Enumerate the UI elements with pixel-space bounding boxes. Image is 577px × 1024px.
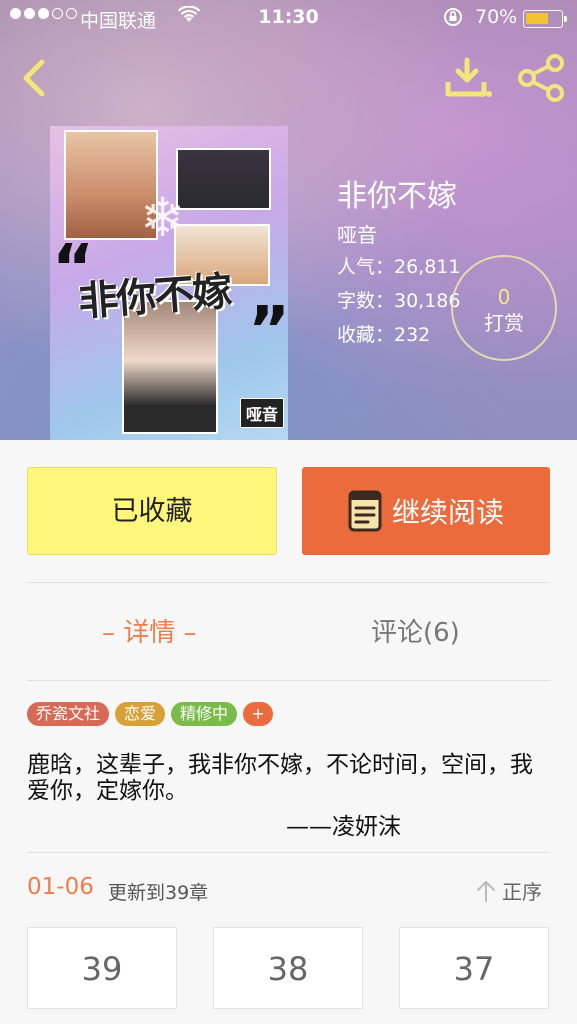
add-tag-button[interactable]: + (243, 702, 274, 726)
continue-reading-button[interactable]: 继续阅读 (302, 467, 550, 555)
chapter-button[interactable]: 39 (27, 927, 177, 1009)
close-quote-mark: ” (248, 294, 288, 368)
share-button[interactable] (515, 52, 567, 104)
description-signature: ——凌妍沫 (286, 814, 401, 840)
book-author: 哑音 (337, 223, 377, 247)
download-button[interactable] (444, 56, 494, 100)
reward-label: 打赏 (484, 311, 524, 335)
chapter-button[interactable]: 37 (399, 927, 549, 1009)
tag-item[interactable]: 恋爱 (115, 702, 166, 726)
cover-title: 非你不嫁 (76, 268, 232, 326)
tab-comments[interactable]: 评论(6) (371, 612, 460, 649)
tab-detail[interactable]: – 详情 – (102, 612, 197, 649)
sort-arrow-icon (477, 880, 495, 902)
divider (27, 680, 550, 681)
battery-icon (523, 10, 567, 28)
book-detail-body: 已收藏 继续阅读 – 详情 – 评论(6) 乔瓷文社 恋爱 精修中 + 鹿晗，这… (0, 440, 577, 1024)
tag-item[interactable]: 精修中 (171, 702, 238, 726)
back-icon (23, 59, 45, 97)
divider (27, 582, 550, 583)
book-title: 非你不嫁 (337, 179, 457, 214)
favorites-stat: 收藏：232 (337, 324, 431, 346)
word-count-stat: 字数：30,186 (337, 290, 461, 312)
update-status: 更新到39章 (108, 882, 209, 904)
status-bar: 中国联通 11:30 70% (0, 0, 577, 38)
reward-button[interactable]: 0 打赏 (451, 255, 557, 361)
orientation-lock-icon (442, 6, 464, 33)
back-button[interactable] (14, 56, 54, 100)
tag-list: 乔瓷文社 恋爱 精修中 + (27, 702, 274, 726)
divider (27, 852, 550, 853)
sort-order-button[interactable]: 正序 (476, 876, 542, 905)
battery-percent: 70% (475, 6, 518, 28)
tag-item[interactable]: 乔瓷文社 (27, 702, 110, 726)
sort-order-label: 正序 (502, 880, 542, 904)
share-icon (518, 54, 564, 102)
chapter-button[interactable]: 38 (213, 927, 363, 1009)
book-header: 中国联通 11:30 70% ❄ “ 非你不嫁 ” 哑音 非你不嫁 哑音 人气：… (0, 0, 577, 440)
popularity-stat: 人气：26,811 (337, 256, 461, 278)
book-icon (348, 490, 382, 532)
update-date: 01-06 (27, 874, 94, 900)
reward-count: 0 (497, 285, 511, 309)
book-cover[interactable]: ❄ “ 非你不嫁 ” 哑音 (50, 126, 288, 440)
continue-reading-label: 继续阅读 (391, 496, 504, 529)
cover-author: 哑音 (240, 398, 285, 428)
book-description: 鹿晗，这辈子，我非你不嫁，不论时间，空间，我爱你，定嫁你。 (27, 752, 533, 804)
book-info: 非你不嫁 哑音 人气：26,811 字数：30,186 收藏：232 (337, 178, 460, 352)
favorited-button[interactable]: 已收藏 (27, 467, 277, 555)
snowflake-icon: ❄ (140, 186, 186, 249)
download-icon (445, 57, 492, 97)
